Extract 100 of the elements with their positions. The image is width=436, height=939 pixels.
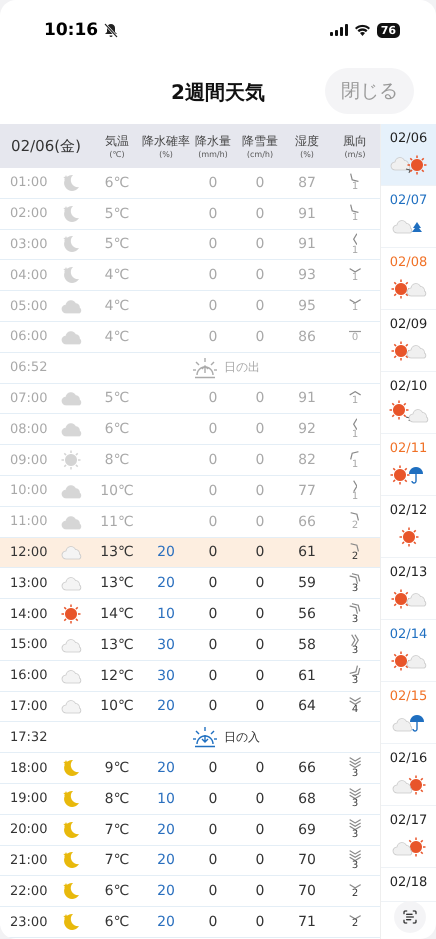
wind-speed: 3: [352, 830, 358, 840]
rainfall-cell-text: 0: [208, 298, 218, 314]
day-date: 02/13: [390, 565, 428, 580]
day-date: 02/09: [390, 317, 428, 332]
time-cell-text: 07:00: [9, 390, 48, 406]
time-cell-text: 20:00: [9, 822, 48, 838]
column-unit: (%): [300, 150, 314, 159]
humidity-cell-text: 86: [297, 328, 317, 345]
rainfall-cell-text: 0: [208, 606, 218, 622]
precip-chance-cell-text: 30: [156, 668, 176, 684]
temperature-cell-text: 13℃: [99, 575, 135, 592]
time-cell-text: 02:00: [9, 206, 48, 222]
time-cell-text: 10:00: [9, 483, 48, 498]
snowfall-cell-text: 0: [254, 822, 266, 838]
sun-icon: [60, 449, 82, 472]
humidity-cell-text: 68: [297, 790, 317, 807]
snowfall-cell-text: 0: [254, 575, 266, 592]
temperature-cell-text: 12℃: [99, 668, 135, 684]
humidity-cell-text: 56: [297, 606, 317, 622]
temperature-cell-text: 11℃: [99, 514, 135, 530]
humidity-cell-text: 91: [297, 206, 317, 222]
rainfall-cell-text: 0: [208, 760, 218, 776]
time-cell-text: 04:00: [9, 268, 48, 283]
rainfall-cell-text: 0: [208, 514, 218, 530]
wind-speed: 1: [352, 182, 358, 192]
humidity-cell-text: 58: [297, 636, 317, 653]
time-cell-text: 14:00: [9, 606, 48, 622]
humidity-cell-text: 77: [297, 482, 317, 499]
snowfall-cell-text: 0: [254, 883, 266, 900]
column-label: 降水量: [195, 133, 231, 150]
wind-arrow-icon: [348, 850, 362, 862]
snowfall-cell-text: 0: [254, 482, 266, 499]
precip-chance-cell-text: 10: [156, 790, 176, 807]
day-date: 02/08: [390, 255, 428, 270]
rainfall-cell-text: 0: [208, 482, 218, 499]
header-date: 02/06(金): [10, 136, 82, 156]
wind-speed: 0: [352, 333, 358, 344]
rainfall-cell-text: 0: [208, 790, 218, 807]
event-label: 日の入: [224, 728, 260, 746]
moon-icon: [61, 850, 81, 870]
humidity-cell-text: 71: [297, 914, 317, 930]
snowfall-cell-text: 0: [254, 668, 266, 684]
time-cell-text: 01:00: [9, 175, 48, 190]
rainfall-cell-text: 0: [208, 852, 218, 868]
rainfall-cell-text: 0: [208, 668, 218, 684]
battery-level: 76: [376, 22, 400, 38]
temperature-cell-text: 5℃: [104, 390, 130, 406]
snowfall-cell-text: 0: [254, 790, 266, 807]
humidity-cell-text: 64: [297, 698, 317, 714]
snowfall-cell-text: 0: [254, 174, 266, 191]
wind-speed: 3: [352, 584, 358, 594]
day-date: 02/07: [390, 193, 428, 208]
temperature-cell-text: 7℃: [104, 822, 130, 838]
scan-text-button[interactable]: [394, 901, 426, 933]
snowfall-cell-text: 0: [254, 452, 266, 468]
snowfall-cell-text: 0: [254, 544, 266, 560]
day-tab[interactable]: 02/06: [381, 124, 436, 186]
precip-chance-cell-text: 20: [156, 852, 176, 868]
wind-speed: 4: [352, 705, 358, 716]
wind-arrow-icon: [348, 757, 362, 769]
rainfall-cell-text: 0: [208, 421, 218, 438]
wind-speed: 1: [352, 396, 358, 406]
precip-chance-cell-text: 20: [156, 575, 176, 592]
wind-arrow-icon: [351, 634, 359, 646]
sunrise-icon: [192, 356, 218, 379]
time-cell-text: 09:00: [9, 452, 48, 468]
rainfall-cell-text: 0: [208, 390, 218, 406]
wind-speed: 2: [352, 521, 358, 532]
rainfall-cell-text: 0: [208, 174, 218, 191]
humidity-cell-text: 93: [297, 267, 317, 284]
rainfall-cell-text: 0: [208, 544, 218, 560]
rainfall-cell-text: 0: [208, 698, 218, 714]
moon-icon: [61, 234, 81, 254]
temperature-cell-text: 6℃: [104, 883, 130, 900]
time-cell-text: 18:00: [9, 760, 48, 776]
rainfall-cell-text: 0: [208, 452, 218, 468]
event-time: 17:32: [9, 730, 48, 745]
day-date: 02/17: [390, 813, 428, 828]
time-cell-text: 22:00: [9, 884, 48, 899]
humidity-cell-text: 70: [297, 852, 317, 868]
wifi-icon: [354, 24, 371, 36]
precip-chance-cell-text: 20: [156, 914, 176, 930]
temperature-cell-text: 9℃: [104, 760, 130, 776]
signal-icon: [330, 24, 348, 36]
snowfall-cell-text: 0: [254, 636, 266, 653]
wind-arrow-icon: [349, 603, 361, 615]
humidity-cell-text: 61: [297, 544, 317, 560]
time-cell-text: 08:00: [9, 422, 48, 437]
humidity-cell-text: 59: [297, 575, 317, 592]
moon-icon: [61, 172, 81, 193]
rainfall-cell-text: 0: [208, 636, 218, 653]
time-cell-text: 21:00: [9, 852, 48, 868]
humidity-cell-text: 92: [297, 421, 317, 438]
time-cell-text: 03:00: [9, 236, 48, 252]
column-label: 風向: [343, 133, 367, 150]
day-date: 02/15: [390, 689, 428, 704]
humidity-cell-text: 91: [297, 390, 317, 406]
wind-speed: 2: [352, 919, 358, 930]
snowfall-cell-text: 0: [254, 328, 266, 345]
temperature-cell-text: 5℃: [104, 236, 130, 252]
